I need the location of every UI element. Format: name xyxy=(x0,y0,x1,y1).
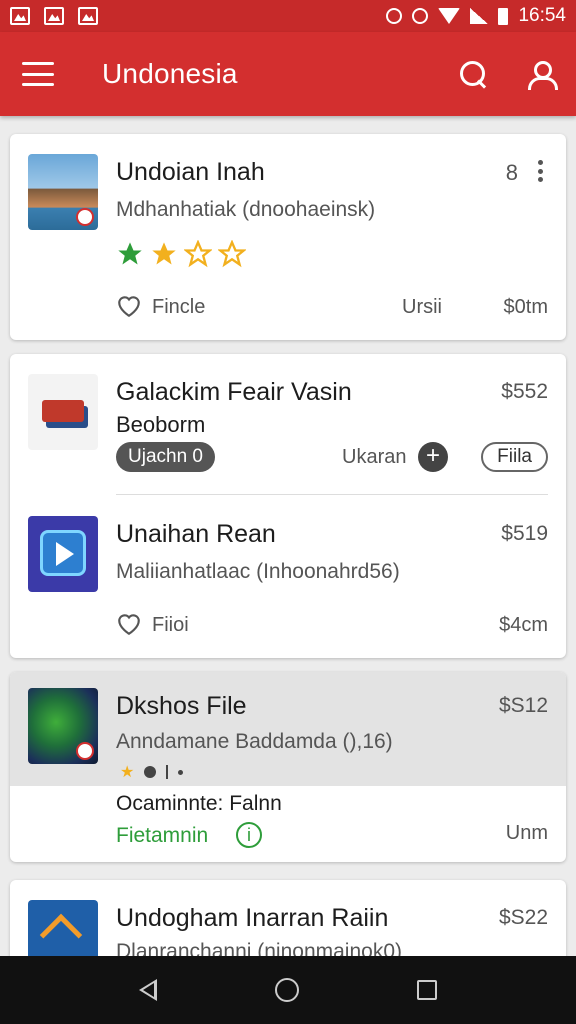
listing-meta-price: $4cm xyxy=(499,614,548,636)
dot-icon xyxy=(144,766,157,778)
info-icon[interactable]: i xyxy=(236,822,262,848)
heart-icon[interactable] xyxy=(116,612,142,636)
listing-meta: Unm xyxy=(505,822,548,844)
wifi-icon xyxy=(438,8,461,24)
listing-count: 8 xyxy=(505,160,518,185)
notification-image-icon xyxy=(44,7,64,25)
listing-note: Ocaminnte: Falnn xyxy=(116,792,282,815)
app-toolbar: Undonesia xyxy=(0,32,576,116)
badge-icon xyxy=(76,742,94,760)
star-icon xyxy=(152,242,176,265)
home-icon[interactable] xyxy=(275,978,299,1002)
listing-card[interactable]: Galackim Feair Vasin $552 Beoborm Ujachn… xyxy=(10,354,566,658)
file-button[interactable]: Fiila xyxy=(481,442,548,472)
battery-icon xyxy=(498,7,509,25)
page-title: Undonesia xyxy=(102,58,238,89)
mini-icons: ★ xyxy=(120,762,184,782)
rating-stars xyxy=(116,240,246,268)
star-icon: ★ xyxy=(120,764,135,781)
listing-thumbnail xyxy=(28,374,98,450)
vibrate-icon xyxy=(386,8,403,24)
notification-image-icon xyxy=(10,7,30,25)
status-time: 16:54 xyxy=(518,5,566,26)
listing-price: $552 xyxy=(501,380,548,403)
listing-price: $S12 xyxy=(498,694,548,717)
more-vert-icon[interactable] xyxy=(538,160,544,182)
listing-thumbnail xyxy=(28,688,98,764)
listing-price: $0tm xyxy=(503,296,548,318)
account-icon[interactable] xyxy=(526,59,558,90)
system-nav-bar xyxy=(0,956,576,1024)
divider xyxy=(116,494,548,495)
alarm-icon xyxy=(412,8,429,24)
heart-icon[interactable] xyxy=(116,294,142,318)
star-outline-icon xyxy=(184,240,212,268)
action-label: Ukaran xyxy=(342,446,407,468)
listing-subtitle: Mdhanhatiak (dnoohaeinsk) xyxy=(116,198,376,221)
menu-icon[interactable] xyxy=(22,62,54,86)
listing-title: Galackim Feair Vasin xyxy=(116,378,352,406)
listing-title: Dkshos File xyxy=(116,692,247,720)
listing-title: Undogham Inarran Raiin xyxy=(116,904,389,932)
badge-icon xyxy=(76,208,94,226)
notification-app-icon xyxy=(78,7,98,25)
tag-chip[interactable]: Ujachn 0 xyxy=(116,442,215,472)
plus-circle-icon[interactable]: + xyxy=(418,442,448,472)
star-outline-icon xyxy=(218,240,246,268)
favorite-label[interactable]: Fincle xyxy=(152,296,205,319)
search-icon[interactable] xyxy=(458,59,488,89)
listing-price: $S22 xyxy=(498,906,548,929)
listing-thumbnail xyxy=(28,154,98,230)
signal-icon xyxy=(470,8,489,24)
back-icon[interactable] xyxy=(139,979,157,1001)
status-label: Fietamnin xyxy=(116,824,209,847)
listing-title: Undoian Inah xyxy=(116,158,265,186)
listing-price: $519 xyxy=(501,522,548,545)
listing-subtitle: Anndamane Baddamda (),16) xyxy=(116,730,393,753)
listing-subtitle: Maliianhatlaac (Inhoonahrd56) xyxy=(116,560,400,583)
bar-icon xyxy=(166,765,169,779)
listing-meta: Ursii xyxy=(402,296,442,318)
listing-thumbnail xyxy=(28,516,98,592)
dot-icon xyxy=(178,769,184,775)
favorite-label[interactable]: Fiioi xyxy=(152,614,189,637)
recents-icon[interactable] xyxy=(417,980,437,1000)
listing-title: Unaihan Rean xyxy=(116,520,276,548)
star-icon xyxy=(118,242,142,265)
listing-card[interactable]: Dkshos File $S12 Anndamane Baddamda (),1… xyxy=(10,672,566,862)
status-bar: 16:54 xyxy=(0,0,576,32)
listing-subtitle: Beoborm xyxy=(116,412,206,437)
listing-card[interactable]: Undoian Inah Mdhanhatiak (dnoohaeinsk) 8… xyxy=(10,134,566,340)
